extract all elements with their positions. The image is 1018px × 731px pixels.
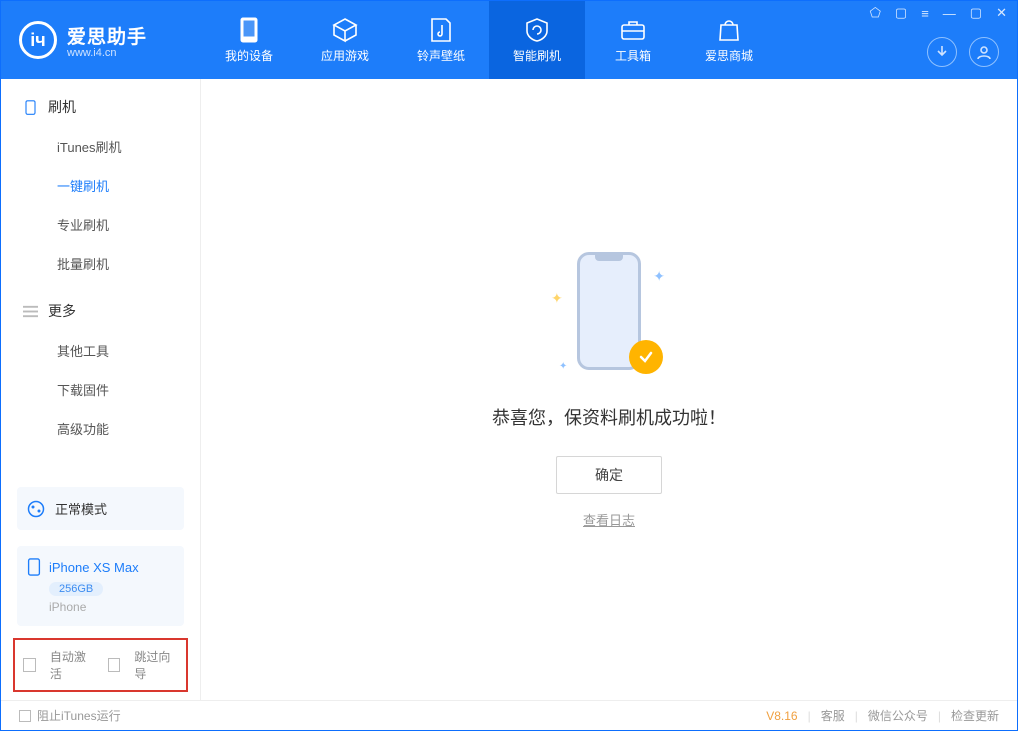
app-logo: iч 爱思助手 www.i4.cn xyxy=(1,1,201,79)
device-storage-badge: 256GB xyxy=(49,582,103,596)
list-icon xyxy=(23,304,38,319)
download-manager-button[interactable] xyxy=(927,37,957,67)
nav-ringtone-wallpaper[interactable]: 铃声壁纸 xyxy=(393,1,489,79)
bag-icon xyxy=(716,17,742,43)
menu-icon[interactable]: ≡ xyxy=(921,6,929,21)
phone-outline-icon xyxy=(23,100,38,115)
sidebar-item-batch-flash[interactable]: 批量刷机 xyxy=(1,244,200,283)
sidebar-item-itunes-flash[interactable]: iTunes刷机 xyxy=(1,127,200,166)
close-button[interactable]: ✕ xyxy=(996,5,1007,21)
device-mode-card[interactable]: 正常模式 xyxy=(17,487,184,530)
nav-toolbox[interactable]: 工具箱 xyxy=(585,1,681,79)
version-label: V8.16 xyxy=(766,709,797,723)
sidebar-item-download-firmware[interactable]: 下载固件 xyxy=(1,370,200,409)
nav-smart-flash[interactable]: 智能刷机 xyxy=(489,1,585,79)
app-name: 爱思助手 xyxy=(67,22,147,49)
nav-my-device[interactable]: 我的设备 xyxy=(201,1,297,79)
check-icon xyxy=(629,340,663,374)
success-illustration: ✦ ✦ ✦ xyxy=(549,250,669,380)
checkbox-skip-guide[interactable] xyxy=(108,658,121,672)
status-link-support[interactable]: 客服 xyxy=(821,707,845,724)
toolbox-icon xyxy=(620,17,646,43)
device-info-card[interactable]: iPhone XS Max 256GB iPhone xyxy=(17,546,184,626)
status-link-wechat[interactable]: 微信公众号 xyxy=(868,707,928,724)
logo-icon: iч xyxy=(19,21,57,59)
phone-icon xyxy=(236,17,262,43)
highlighted-options-row: 自动激活 跳过向导 xyxy=(13,638,188,692)
maximize-button[interactable]: ▢ xyxy=(970,5,982,21)
feedback-icon[interactable]: ▢ xyxy=(895,5,907,21)
sidebar-item-onekey-flash[interactable]: 一键刷机 xyxy=(1,166,200,205)
cube-icon xyxy=(332,17,358,43)
checkbox-auto-activate[interactable] xyxy=(23,658,36,672)
nav-apps-games[interactable]: 应用游戏 xyxy=(297,1,393,79)
mode-icon xyxy=(27,500,45,518)
nav-store[interactable]: 爱思商城 xyxy=(681,1,777,79)
device-type: iPhone xyxy=(49,600,174,614)
sidebar-group-more: 更多 xyxy=(1,283,200,331)
sidebar-item-pro-flash[interactable]: 专业刷机 xyxy=(1,205,200,244)
shirt-icon[interactable]: ⬠ xyxy=(870,5,881,21)
refresh-shield-icon xyxy=(524,17,550,43)
status-link-update[interactable]: 检查更新 xyxy=(951,707,999,724)
device-icon xyxy=(27,558,41,576)
success-message: 恭喜您，保资料刷机成功啦！ xyxy=(492,404,726,430)
music-file-icon xyxy=(428,17,454,43)
confirm-button[interactable]: 确定 xyxy=(556,456,662,494)
sidebar-group-flash: 刷机 xyxy=(1,79,200,127)
view-log-link[interactable]: 查看日志 xyxy=(583,510,635,529)
sidebar-item-advanced[interactable]: 高级功能 xyxy=(1,409,200,448)
sidebar-item-other-tools[interactable]: 其他工具 xyxy=(1,331,200,370)
checkbox-block-itunes[interactable] xyxy=(19,710,31,722)
minimize-button[interactable]: ― xyxy=(943,6,956,21)
account-button[interactable] xyxy=(969,37,999,67)
